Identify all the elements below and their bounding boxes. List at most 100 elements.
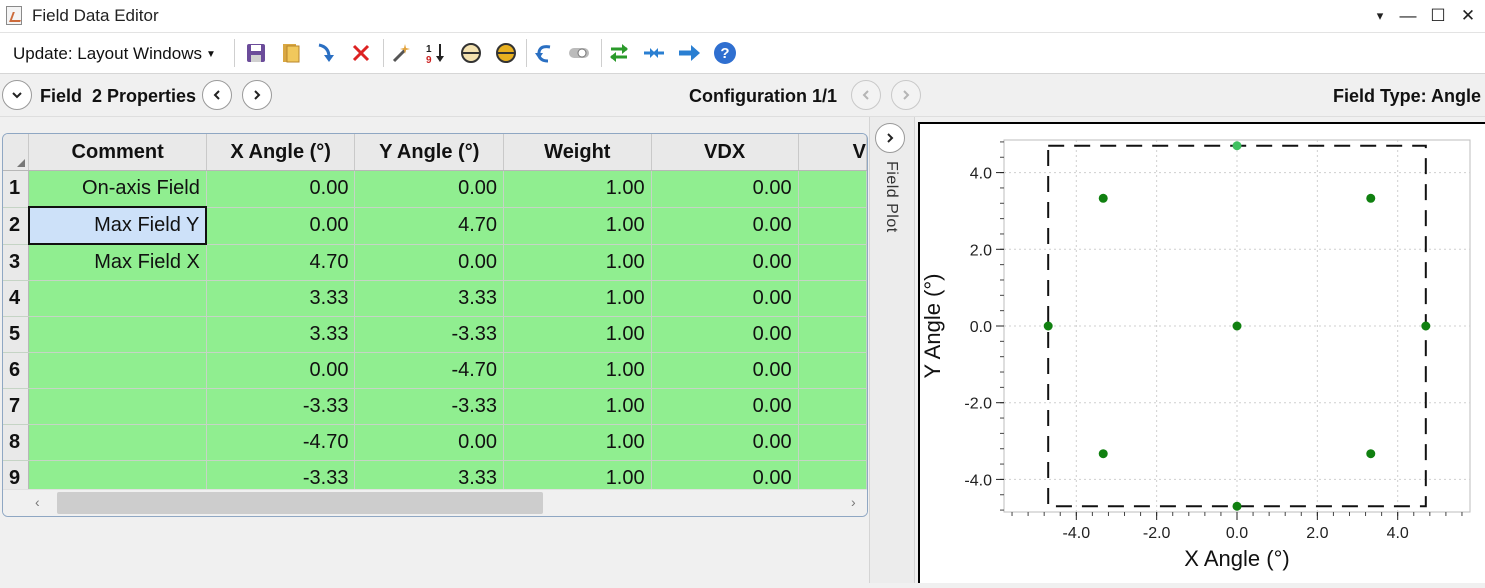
- vdx-cell[interactable]: 0.00: [651, 280, 799, 317]
- save-icon[interactable]: [244, 41, 268, 65]
- wizard-icon[interactable]: [389, 41, 413, 65]
- y-angle-cell[interactable]: 0.00: [354, 424, 505, 461]
- open-icon[interactable]: [279, 41, 303, 65]
- comment-cell[interactable]: Max Field Y: [27, 206, 208, 245]
- partial-column-cell[interactable]: [798, 244, 867, 281]
- vdx-cell[interactable]: 0.00: [651, 244, 799, 281]
- horizontal-scrollbar[interactable]: ‹ ›: [3, 489, 867, 516]
- comment-cell[interactable]: On-axis Field: [28, 170, 207, 208]
- comment-cell[interactable]: [28, 316, 207, 353]
- table-row[interactable]: 3 Max Field X 4.70 0.00 1.00 0.00: [3, 244, 867, 281]
- row-number[interactable]: 1: [3, 170, 30, 208]
- vdx-cell[interactable]: 0.00: [651, 316, 799, 353]
- comment-cell[interactable]: Max Field X: [28, 244, 207, 281]
- table-row[interactable]: 8 -4.70 0.00 1.00 0.00: [3, 424, 867, 461]
- y-angle-cell[interactable]: -3.33: [354, 316, 505, 353]
- update-dropdown[interactable]: Update: Layout Windows ▼: [13, 44, 216, 64]
- field-point[interactable]: [1232, 501, 1242, 511]
- weight-cell[interactable]: 1.00: [503, 244, 652, 281]
- delete-icon[interactable]: [349, 41, 373, 65]
- x-angle-cell[interactable]: 3.33: [206, 280, 356, 317]
- previous-field-button[interactable]: [202, 80, 232, 110]
- next-field-button[interactable]: [242, 80, 272, 110]
- comment-cell[interactable]: [28, 388, 207, 425]
- table-row[interactable]: 1 On-axis Field 0.00 0.00 1.00 0.00: [3, 170, 867, 208]
- minimize-button[interactable]: —: [1398, 6, 1418, 26]
- help-icon[interactable]: ?: [713, 41, 737, 65]
- undo-icon[interactable]: [532, 41, 556, 65]
- weight-cell[interactable]: 1.00: [503, 352, 652, 389]
- field-point[interactable]: [1232, 321, 1242, 331]
- table-row[interactable]: 6 0.00 -4.70 1.00 0.00: [3, 352, 867, 389]
- y-angle-cell[interactable]: 0.00: [354, 170, 505, 208]
- vdx-cell[interactable]: 0.00: [651, 207, 799, 245]
- select-all-corner[interactable]: [3, 134, 30, 171]
- toggle-icon[interactable]: [567, 41, 591, 65]
- partial-column-cell[interactable]: [798, 280, 867, 317]
- y-angle-cell[interactable]: 4.70: [354, 207, 505, 245]
- close-button[interactable]: ✕: [1458, 6, 1478, 26]
- next-configuration-button[interactable]: [891, 80, 921, 110]
- row-number[interactable]: 6: [3, 352, 30, 389]
- field-point[interactable]: [1098, 449, 1108, 459]
- vdx-cell[interactable]: 0.00: [651, 424, 799, 461]
- partial-column-cell[interactable]: [798, 316, 867, 353]
- y-angle-cell[interactable]: -3.33: [354, 388, 505, 425]
- vdx-cell[interactable]: 0.00: [651, 388, 799, 425]
- y-angle-cell[interactable]: -4.70: [354, 352, 505, 389]
- field-point[interactable]: [1043, 321, 1053, 331]
- table-row[interactable]: 5 3.33 -3.33 1.00 0.00: [3, 316, 867, 353]
- column-header-vdy-partial[interactable]: V: [798, 134, 867, 171]
- column-header-x-angle[interactable]: X Angle (°): [206, 134, 356, 171]
- scrollbar-thumb[interactable]: [57, 492, 543, 514]
- column-header-weight[interactable]: Weight: [503, 134, 652, 171]
- field-point[interactable]: [1366, 193, 1376, 203]
- ellipse-icon[interactable]: [459, 41, 483, 65]
- weight-cell[interactable]: 1.00: [503, 424, 652, 461]
- partial-column-cell[interactable]: [798, 388, 867, 425]
- field-point[interactable]: [1421, 321, 1431, 331]
- column-header-vdx[interactable]: VDX: [651, 134, 799, 171]
- maximize-button[interactable]: ☐: [1428, 6, 1448, 26]
- field-point[interactable]: [1232, 141, 1242, 151]
- expand-plot-button[interactable]: [875, 123, 905, 153]
- partial-column-cell[interactable]: [798, 207, 867, 245]
- y-angle-cell[interactable]: 0.00: [354, 244, 505, 281]
- scroll-right-icon[interactable]: ›: [851, 494, 856, 510]
- x-angle-cell[interactable]: -3.33: [206, 388, 356, 425]
- column-header-y-angle[interactable]: Y Angle (°): [354, 134, 505, 171]
- dropdown-window-button[interactable]: ▾: [1370, 8, 1390, 24]
- comment-cell[interactable]: [28, 424, 207, 461]
- field-point[interactable]: [1366, 449, 1376, 459]
- x-angle-cell[interactable]: 4.70: [206, 244, 356, 281]
- weight-cell[interactable]: 1.00: [503, 207, 652, 245]
- comment-cell[interactable]: [28, 280, 207, 317]
- scroll-left-icon[interactable]: ‹: [35, 494, 40, 510]
- x-angle-cell[interactable]: 0.00: [206, 352, 356, 389]
- swap-icon[interactable]: [607, 41, 631, 65]
- y-angle-cell[interactable]: 3.33: [354, 280, 505, 317]
- partial-column-cell[interactable]: [798, 424, 867, 461]
- comment-cell[interactable]: [28, 352, 207, 389]
- partial-column-cell[interactable]: [798, 170, 867, 208]
- vdx-cell[interactable]: 0.00: [651, 352, 799, 389]
- column-header-comment[interactable]: Comment: [28, 134, 207, 171]
- arrow-right-icon[interactable]: [677, 41, 701, 65]
- x-angle-cell[interactable]: 0.00: [206, 207, 356, 245]
- x-angle-cell[interactable]: 3.33: [206, 316, 356, 353]
- collapse-button[interactable]: [2, 80, 32, 110]
- row-number[interactable]: 7: [3, 388, 30, 425]
- weight-cell[interactable]: 1.00: [503, 170, 652, 208]
- row-number[interactable]: 3: [3, 244, 30, 281]
- x-angle-cell[interactable]: 0.00: [206, 170, 356, 208]
- table-row[interactable]: 4 3.33 3.33 1.00 0.00: [3, 280, 867, 317]
- vdx-cell[interactable]: 0.00: [651, 170, 799, 208]
- partial-column-cell[interactable]: [798, 352, 867, 389]
- field-plot-tab[interactable]: Field Plot: [869, 117, 915, 583]
- sort-icon[interactable]: 19: [424, 41, 448, 65]
- row-number[interactable]: 8: [3, 424, 30, 461]
- insert-icon[interactable]: [314, 41, 338, 65]
- weight-cell[interactable]: 1.00: [503, 388, 652, 425]
- x-angle-cell[interactable]: -4.70: [206, 424, 356, 461]
- table-row[interactable]: 2 Max Field Y 0.00 4.70 1.00 0.00: [3, 206, 867, 245]
